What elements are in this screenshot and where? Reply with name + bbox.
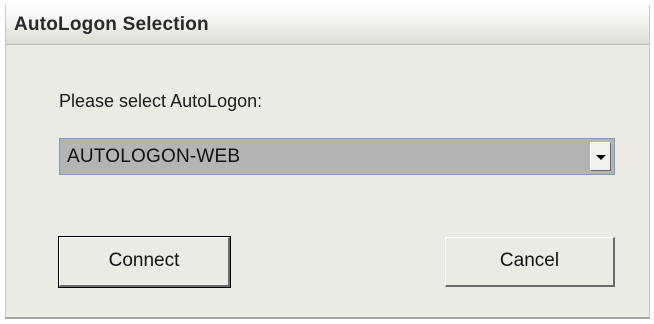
select-current-value: AUTOLOGON-WEB xyxy=(67,146,241,167)
select-prompt-label: Please select AutoLogon: xyxy=(59,91,263,111)
window-title: AutoLogon Selection xyxy=(14,14,209,35)
autologon-select[interactable]: AUTOLOGON-WEB xyxy=(59,138,615,175)
title-bar[interactable]: AutoLogon Selection xyxy=(6,5,649,45)
chevron-down-icon xyxy=(596,155,606,160)
cancel-button[interactable]: Cancel xyxy=(445,237,615,287)
autologon-dialog: AutoLogon Selection Please select AutoLo… xyxy=(5,5,650,319)
dropdown-button[interactable] xyxy=(590,142,611,171)
connect-button[interactable]: Connect xyxy=(58,236,231,288)
